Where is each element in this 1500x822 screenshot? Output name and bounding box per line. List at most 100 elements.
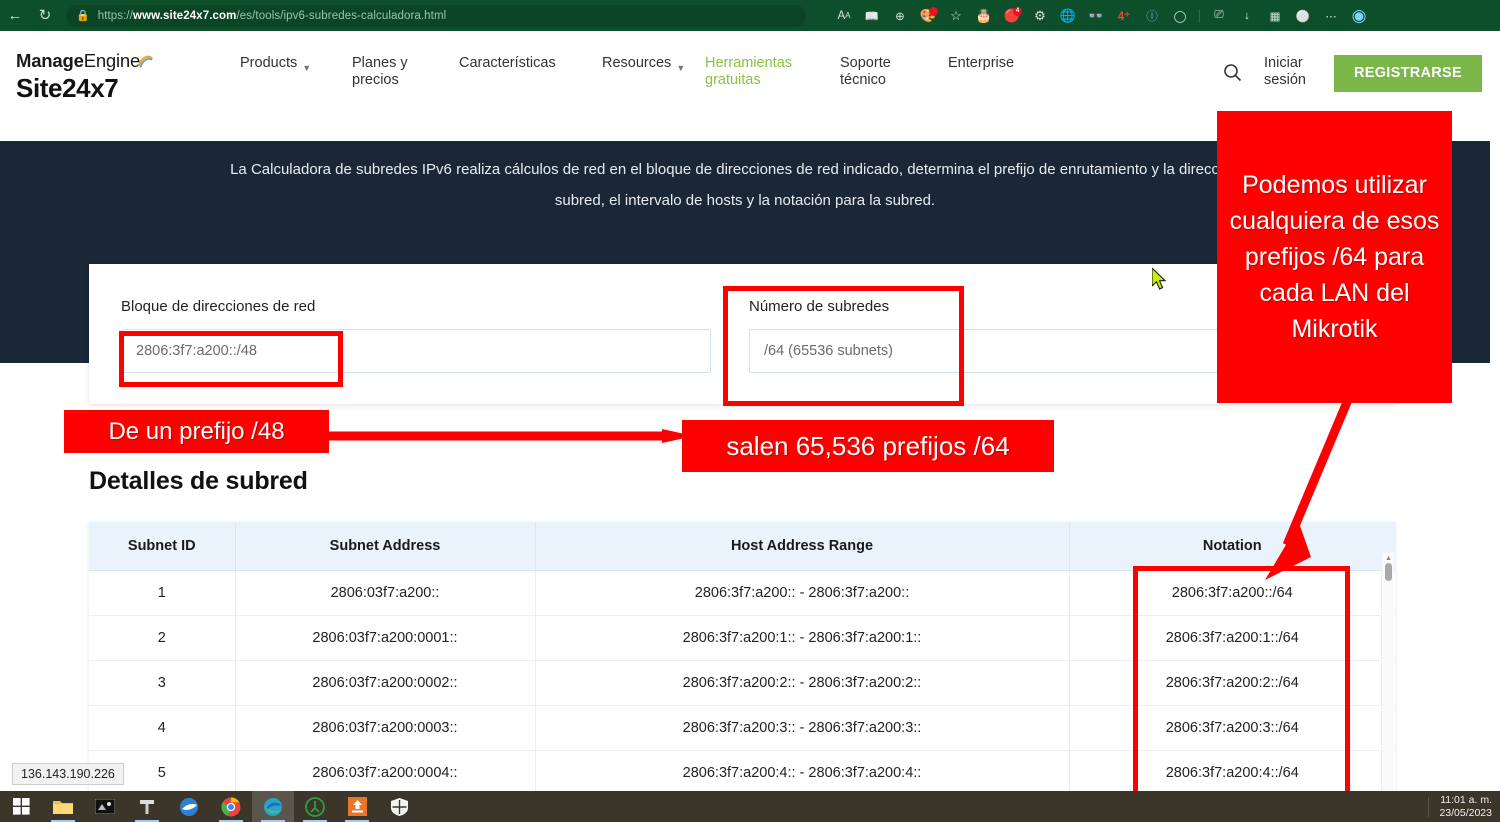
refresh-icon[interactable]: ↻ — [30, 4, 60, 28]
cell-subnet-address: 2806:03f7:a200:0004:: — [235, 751, 535, 796]
column-header-subnet-id: Subnet ID — [89, 522, 235, 571]
superscript-red-icon[interactable]: 4⁺ — [1110, 4, 1138, 28]
cell-subnet-address: 2806:03f7:a200:0002:: — [235, 661, 535, 706]
status-bar-tooltip: 136.143.190.226 — [12, 763, 124, 785]
system-tray: 11:01 a. m. 23/05/2023 — [1428, 794, 1500, 820]
more-options-icon[interactable]: ⋯ — [1317, 4, 1345, 28]
nav-item-herramientas-gratuitas[interactable]: Herramientas gratuitas — [705, 55, 840, 89]
cell-subnet-address: 2806:03f7:a200:0001:: — [235, 616, 535, 661]
nav-label: Herramientas gratuitas — [705, 55, 792, 89]
table-scrollbar[interactable]: ▲ — [1381, 553, 1394, 822]
clock-time: 11:01 a. m. — [1439, 794, 1492, 807]
nav-item-enterprise[interactable]: Enterprise — [948, 55, 1014, 72]
scroll-up-arrow-icon[interactable]: ▲ — [1385, 555, 1392, 562]
cell-host-range: 2806:3f7:a200:3:: - 2806:3f7:a200:3:: — [535, 706, 1069, 751]
media-icon[interactable] — [84, 791, 126, 822]
translate-icon[interactable]: 🌐 — [1054, 4, 1082, 28]
split-screen-icon[interactable]: ⎚ — [1205, 4, 1233, 28]
back-arrow-icon[interactable]: ← — [0, 4, 30, 28]
nav-label: Soporte técnico — [840, 55, 891, 89]
browser-action-icons: AA 📖 ⊕ 🎨 ☆ 🎂 🔴4 ⚙ 🌐 👓 4⁺ ⓘ ◯ ⎚ ↓ ▦ ⚪ ⋯ ◉ — [830, 4, 1373, 28]
mikrotik-icon[interactable] — [336, 791, 378, 822]
nav-label: Planes y precios — [352, 55, 408, 89]
page-title: Detalles de subred — [89, 467, 308, 496]
cell-host-range: 2806:3f7:a200:1:: - 2806:3f7:a200:1:: — [535, 616, 1069, 661]
url-text: https://www.site24x7.com/es/tools/ipv6-s… — [98, 10, 447, 22]
annotation-box-network-block — [119, 331, 343, 387]
app-blue-icon[interactable] — [168, 791, 210, 822]
address-bar[interactable]: 🔒 https://www.site24x7.com/es/tools/ipv6… — [66, 5, 806, 27]
chrome-icon[interactable] — [210, 791, 252, 822]
annotation-box-notation-column — [1133, 566, 1350, 809]
edge-app-icon[interactable]: ▦ — [1261, 4, 1289, 28]
browser-toolbar: ← ↻ 🔒 https://www.site24x7.com/es/tools/… — [0, 0, 1500, 31]
search-icon[interactable] — [1218, 55, 1246, 89]
swoosh-icon — [137, 53, 154, 70]
logo-manageengine: ManageEngine — [16, 50, 154, 72]
chevron-down-icon: ▼ — [302, 60, 311, 77]
tool-icon[interactable] — [126, 791, 168, 822]
annotation-label-prefijo-48: De un prefijo /48 — [64, 410, 329, 453]
column-header-host-address-range: Host Address Range — [535, 522, 1069, 571]
lock-icon: 🔒 — [76, 9, 90, 22]
notifications-badge-icon[interactable]: 🔴4 — [998, 4, 1026, 28]
register-button[interactable]: REGISTRARSE — [1334, 55, 1482, 92]
nav-label: Características — [459, 55, 556, 72]
scrollbar-thumb[interactable] — [1385, 563, 1392, 581]
clock-date: 23/05/2023 — [1439, 807, 1492, 820]
nav-label: Products — [240, 55, 297, 72]
cell-host-range: 2806:3f7:a200:: - 2806:3f7:a200:: — [535, 571, 1069, 616]
shield-icon[interactable] — [378, 791, 420, 822]
edge-icon[interactable] — [252, 791, 294, 822]
cell-subnet-address: 2806:03f7:a200:0003:: — [235, 706, 535, 751]
settings-blue-icon[interactable]: ⚙ — [1026, 4, 1054, 28]
taskbar-clock[interactable]: 11:01 a. m. 23/05/2023 — [1439, 794, 1492, 820]
down-left-arrow-icon — [1255, 395, 1375, 580]
extension-orange-icon[interactable]: 🎂 — [970, 4, 998, 28]
nav-item-planes-precios[interactable]: Planes y precios — [352, 55, 459, 89]
ghost-icon[interactable]: ◯ — [1166, 4, 1194, 28]
cell-subnet-id: 1 — [89, 571, 235, 616]
header-right: Iniciar sesión REGISTRARSE — [1218, 55, 1482, 92]
chevron-down-icon: ▼ — [676, 60, 685, 77]
network-block-label: Bloque de direcciones de red — [121, 298, 711, 315]
main-nav: Products ▼ Planes y precios Característi… — [240, 55, 1014, 89]
toolbar-divider — [1199, 9, 1200, 23]
zoom-icon[interactable]: ⊕ — [886, 4, 914, 28]
start-windows-icon[interactable] — [0, 791, 42, 822]
right-arrow-icon — [322, 429, 694, 443]
immersive-reader-icon[interactable]: 📖 — [858, 4, 886, 28]
downloads-icon[interactable]: ↓ — [1233, 4, 1261, 28]
ip-badge-icon[interactable]: ⓘ — [1138, 4, 1166, 28]
file-explorer-icon[interactable] — [42, 791, 84, 822]
winbox-icon[interactable] — [294, 791, 336, 822]
nav-item-caracteristicas[interactable]: Características — [459, 55, 602, 72]
logo-site24x7: Site24x7 — [16, 73, 154, 104]
windows-taskbar: 11:01 a. m. 23/05/2023 — [0, 791, 1500, 822]
login-link[interactable]: Iniciar sesión — [1264, 55, 1306, 89]
annotation-box-subnet-count — [723, 286, 964, 406]
column-header-subnet-address: Subnet Address — [235, 522, 535, 571]
bing-copilot-icon[interactable]: ◉ — [1345, 4, 1373, 28]
annotation-label-salen-prefijos: salen 65,536 prefijos /64 — [682, 420, 1054, 472]
nav-item-resources[interactable]: Resources ▼ — [602, 55, 705, 77]
badge-count: 4 — [1013, 7, 1022, 16]
cell-subnet-address: 2806:03f7:a200:: — [235, 571, 535, 616]
favorites-icon[interactable]: ☆ — [942, 4, 970, 28]
glasses-icon[interactable]: 👓 — [1082, 4, 1110, 28]
hero-description: La Calculadora de subredes IPv6 realiza … — [210, 154, 1280, 216]
cell-subnet-id: 4 — [89, 706, 235, 751]
collections-alert-icon[interactable]: 🎨 — [914, 4, 942, 28]
cell-subnet-id: 3 — [89, 661, 235, 706]
cell-subnet-id: 2 — [89, 616, 235, 661]
nav-label: Resources — [602, 55, 671, 72]
mouse-pointer-icon — [1152, 268, 1168, 292]
site-logo[interactable]: ManageEngine Site24x7 — [16, 50, 154, 104]
nav-item-products[interactable]: Products ▼ — [240, 55, 352, 77]
tray-divider — [1428, 797, 1429, 817]
cell-host-range: 2806:3f7:a200:4:: - 2806:3f7:a200:4:: — [535, 751, 1069, 796]
read-aloud-icon[interactable]: AA — [830, 4, 858, 28]
profile-icon[interactable]: ⚪ — [1289, 4, 1317, 28]
screen: ← ↻ 🔒 https://www.site24x7.com/es/tools/… — [0, 0, 1500, 822]
nav-item-soporte-tecnico[interactable]: Soporte técnico — [840, 55, 948, 89]
